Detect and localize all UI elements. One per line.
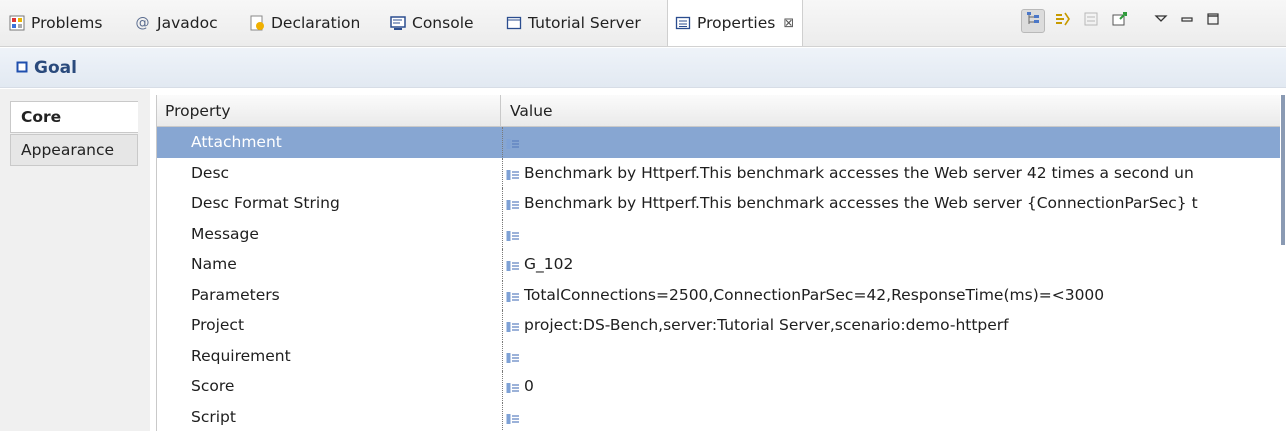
value-icon (506, 136, 520, 149)
property-name-cell: Project (191, 316, 245, 334)
table-row[interactable]: Project project:DS-Bench,server:Tutorial … (157, 310, 1280, 341)
table-row[interactable]: Requirement (157, 340, 1280, 372)
property-value-text: TotalConnections=2500,ConnectionParSec=4… (524, 285, 1105, 304)
value-icon (506, 411, 520, 424)
property-value-text: project:DS-Bench,server:Tutorial Server,… (524, 316, 1009, 334)
tab-label: Console (412, 13, 474, 32)
property-name-cell: Message (191, 224, 259, 243)
tab-javadoc[interactable]: @ Javadoc (134, 0, 218, 45)
property-name-cell: Desc (191, 163, 230, 182)
show-categories-button[interactable] (1021, 9, 1045, 33)
property-value-cell[interactable] (502, 401, 1280, 431)
minimize-button[interactable] (1175, 9, 1199, 33)
property-name-cell: Parameters (191, 285, 280, 304)
property-value-cell[interactable]: Benchmark by Httperf.This benchmark acce… (502, 188, 1280, 218)
pin-button[interactable] (1108, 9, 1132, 33)
close-icon[interactable]: ⊠ (783, 16, 794, 31)
property-value-cell[interactable] (502, 218, 1280, 249)
tab-label: Properties (697, 14, 776, 32)
tab-problems[interactable]: Problems (8, 0, 102, 45)
properties-table: Property Value Attachment Desc Benchmark b… (156, 95, 1280, 431)
table-row[interactable]: Script (157, 401, 1280, 431)
property-value-text: G_102 (524, 255, 574, 273)
property-value-text: 0 (524, 377, 534, 395)
section-tabs: Core Appearance (0, 89, 150, 431)
property-name-cell: Attachment (191, 133, 282, 151)
at-icon: @ (135, 14, 150, 31)
problems-icon (8, 14, 25, 31)
property-value-cell[interactable]: G_102 (502, 249, 1280, 279)
side-tab-core[interactable]: Core (10, 101, 138, 133)
table-row[interactable]: Message (157, 218, 1280, 250)
property-name-cell: Desc Format String (191, 194, 340, 212)
goal-icon (16, 59, 28, 77)
declaration-icon (248, 14, 265, 31)
property-name-cell: Requirement (191, 346, 291, 365)
table-row[interactable]: Name G_102 (157, 249, 1280, 280)
table-row[interactable]: Attachment (157, 127, 1280, 158)
pin-icon (1111, 10, 1129, 32)
view-tab-bar: Problems @ Javadoc Declaration Console T… (0, 0, 1286, 47)
property-value-text: Benchmark by Httperf.This benchmark acce… (524, 194, 1198, 212)
property-value-cell[interactable] (502, 127, 1280, 157)
property-name-cell: Score (191, 377, 235, 395)
value-icon (506, 319, 520, 332)
filter-icon (1053, 10, 1071, 32)
console-icon (389, 14, 406, 31)
tab-label: Problems (31, 13, 103, 32)
maximize-button[interactable] (1201, 9, 1225, 33)
vertical-scrollbar[interactable] (1281, 95, 1285, 245)
tab-label: Javadoc (157, 13, 218, 32)
properties-icon (674, 15, 691, 32)
column-header-property[interactable]: Property (157, 95, 501, 126)
tab-tutorial-server[interactable]: Tutorial Server (505, 0, 641, 45)
chevron-down-icon (1154, 12, 1168, 30)
tab-console[interactable]: Console (389, 0, 474, 45)
window-icon (505, 14, 522, 31)
maximize-icon (1206, 12, 1220, 30)
table-row[interactable]: Desc Format String Benchmark by Httperf.T… (157, 188, 1280, 219)
value-icon (506, 228, 520, 241)
side-tab-label: Appearance (21, 141, 115, 159)
restore-default-button[interactable] (1079, 9, 1103, 33)
page-title: Goal (34, 57, 77, 78)
table-header: Property Value (157, 95, 1280, 127)
value-icon (506, 289, 520, 302)
table-row[interactable]: Desc Benchmark by Httperf.This benchmark … (157, 157, 1280, 189)
table-row[interactable]: Parameters TotalConnections=2500,Connecti… (157, 279, 1280, 311)
tree-icon (1025, 11, 1041, 31)
tab-properties[interactable]: Properties ⊠ (667, 0, 804, 46)
property-value-cell[interactable] (502, 340, 1280, 371)
property-value-cell[interactable]: TotalConnections=2500,ConnectionParSec=4… (502, 279, 1280, 310)
side-tab-label: Core (21, 108, 62, 126)
restore-icon (1083, 11, 1099, 31)
side-tab-appearance[interactable]: Appearance (10, 134, 138, 166)
property-value-cell[interactable]: project:DS-Bench,server:Tutorial Server,… (502, 310, 1280, 340)
value-icon (506, 258, 520, 271)
value-icon (506, 350, 520, 363)
property-name-cell: Name (191, 255, 237, 273)
minimize-icon (1180, 12, 1194, 30)
column-header-value[interactable]: Value (502, 95, 1280, 126)
property-value-cell[interactable]: 0 (502, 371, 1280, 401)
value-icon (506, 167, 520, 180)
property-name-cell: Script (191, 407, 236, 426)
show-advanced-button[interactable] (1050, 9, 1074, 33)
property-value-text: Benchmark by Httperf.This benchmark acce… (524, 163, 1194, 182)
value-icon (506, 380, 520, 393)
property-value-cell[interactable]: Benchmark by Httperf.This benchmark acce… (502, 157, 1280, 188)
tab-label: Tutorial Server (528, 13, 641, 32)
table-row[interactable]: Score 0 (157, 371, 1280, 402)
view-menu-button[interactable] (1149, 9, 1173, 33)
properties-title-bar: Goal (0, 48, 1286, 88)
tab-label: Declaration (271, 13, 361, 32)
value-icon (506, 197, 520, 210)
tab-declaration[interactable]: Declaration (248, 0, 360, 45)
